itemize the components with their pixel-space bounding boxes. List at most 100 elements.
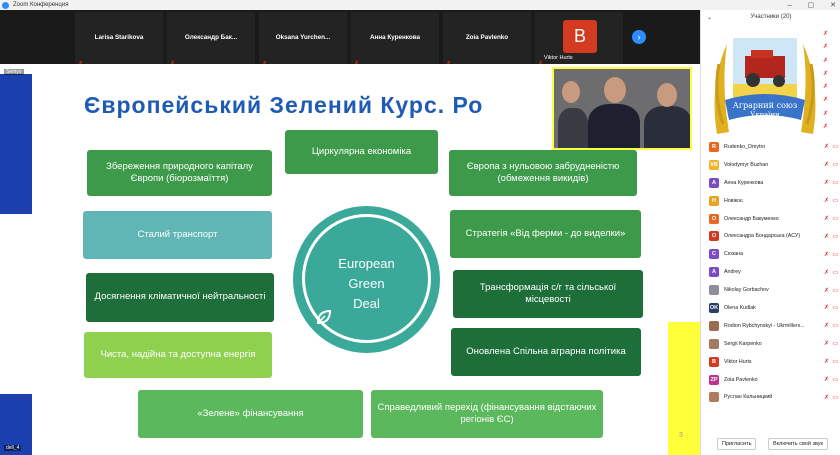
mic-muted-icon[interactable]: ✗ (824, 143, 829, 150)
participant-row[interactable]: С Сюзана ✗ ▭ (701, 245, 840, 263)
participants-header: ⌄ Участники (20) (701, 14, 840, 21)
participant-row[interactable]: Sergii Karpenko ✗ ▭ (701, 335, 840, 353)
slide-box: Трансформація с/г та сільської місцевост… (453, 270, 643, 318)
unmute-self-button[interactable]: Включить свой звук (768, 438, 828, 450)
participant-row[interactable]: VB Volodymyr Buzhan ✗ ▭ (701, 156, 840, 174)
avatar (709, 285, 719, 296)
participant-row[interactable]: Nikolay Gorbachov ✗ ▭ (701, 281, 840, 299)
video-tile[interactable]: Zoia Pavlenko ✗ (443, 12, 531, 70)
video-off-icon[interactable]: ▭ (832, 143, 838, 150)
shared-screen: Semyo dell_4 Європейський Зелений Курс. … (0, 64, 700, 455)
presenter-label: Semyo (4, 69, 24, 75)
next-page-button[interactable]: › (632, 30, 646, 44)
mic-muted-icon[interactable]: ✗ (824, 322, 829, 329)
slide-title: Європейський Зелений Курс. Ро (84, 92, 484, 118)
avatar: С (709, 249, 719, 260)
participant-name: Andrey (724, 269, 741, 276)
participant-row[interactable]: Н Новікоє ✗ ▭ (701, 192, 840, 210)
slide-box: Стратегія «Від ферми - до виделки» (450, 210, 641, 258)
participant-row[interactable]: Rodion Rybchynskyi - Ukrmillers... ✗ ▭ (701, 317, 840, 335)
participant-name: Анна Куренкова (724, 179, 764, 186)
slide-decor-yellow (668, 322, 700, 455)
participants-count: Участники (20) (750, 14, 792, 20)
maximize-icon[interactable]: ▢ (808, 1, 815, 9)
slide-box: Оновлена Спільна аграрна політика (451, 328, 641, 376)
video-off-icon[interactable]: ▭ (832, 215, 838, 222)
window-controls: – ▢ ✕ (788, 0, 836, 10)
minimize-icon[interactable]: – (788, 2, 792, 9)
mic-muted-icon[interactable]: ✗ (824, 269, 829, 276)
participant-row[interactable]: Руслан Кальницкий ✗ ▭ (701, 388, 840, 406)
participant-row[interactable]: R Rudenko_Dmytro ✗ ▭ (701, 138, 840, 156)
participant-name: Руслан Кальницкий (724, 394, 773, 401)
slide-box: Справедливий перехід (фінансування відст… (371, 390, 603, 438)
slide-box: Досягнення кліматичної нейтральності (86, 273, 274, 322)
video-off-icon[interactable]: ▭ (832, 340, 838, 347)
participant-name: Volodymyr Buzhan (724, 161, 769, 168)
video-person (588, 104, 640, 148)
mic-muted-icon[interactable]: ✗ (824, 179, 829, 186)
mic-muted-icon[interactable]: ✗ (824, 161, 829, 168)
video-off-icon[interactable]: ▭ (832, 251, 838, 258)
avatar: О (709, 231, 719, 242)
video-tile[interactable]: Oksana Yurchen... ✗ (259, 12, 347, 70)
avatar: A (709, 267, 719, 278)
close-icon[interactable]: ✕ (830, 1, 836, 9)
mic-muted-icon[interactable]: ✗ (824, 376, 829, 383)
avatar: ZP (709, 374, 719, 385)
mic-muted-icon: ✗ (823, 44, 829, 51)
slide-box: Європа з нульовою забрудненістю (обмежен… (449, 150, 637, 196)
zoom-logo-icon (2, 1, 9, 9)
mic-muted-icon[interactable]: ✗ (824, 304, 829, 311)
chevron-down-icon[interactable]: ⌄ (707, 14, 712, 21)
slide-box: Чиста, надійна та доступна енергія (84, 332, 272, 378)
mic-muted-icon: ✗ (823, 70, 829, 77)
video-off-icon[interactable]: ▭ (832, 233, 838, 240)
avatar (709, 320, 719, 331)
video-off-icon[interactable]: ▭ (832, 179, 838, 186)
participant-row[interactable]: О Олександр Бакуменко ✗ ▭ (701, 210, 840, 228)
video-off-icon[interactable]: ▭ (832, 287, 838, 294)
video-tile[interactable]: Олександр Бак... ✗ (167, 12, 255, 70)
slide-page-number: 3 (679, 432, 683, 439)
participant-row[interactable]: О Олександра Бондарська (АСУ) ✗ ▭ (701, 227, 840, 245)
video-off-icon[interactable]: ▭ (832, 197, 838, 204)
video-tile[interactable]: Larisa Starikova ✗ (75, 12, 163, 70)
participant-name: Новікоє (724, 197, 743, 204)
mic-muted-icon[interactable]: ✗ (824, 287, 829, 294)
video-off-icon[interactable]: ▭ (832, 376, 838, 383)
mic-muted-icon[interactable]: ✗ (824, 340, 829, 347)
video-off-icon[interactable]: ▭ (832, 161, 838, 168)
participant-name: Олександр Бакуменко (724, 215, 779, 222)
video-person (644, 106, 690, 148)
invite-button[interactable]: Пригласить (717, 438, 757, 450)
mic-muted-icon[interactable]: ✗ (824, 251, 829, 258)
participant-name: Zoia Pavlenko (724, 376, 758, 383)
window-titlebar: Zoom Конференция – ▢ ✕ (0, 0, 840, 10)
mic-muted-icon[interactable]: ✗ (824, 215, 829, 222)
participant-row[interactable]: A Andrey ✗ ▭ (701, 263, 840, 281)
participant-row[interactable]: ZP Zoia Pavlenko ✗ ▭ (701, 371, 840, 389)
video-off-icon[interactable]: ▭ (832, 304, 838, 311)
mic-muted-icon[interactable]: ✗ (824, 394, 829, 401)
video-off-icon[interactable]: ▭ (832, 358, 838, 365)
avatar: R (709, 141, 719, 152)
partial-row-icons: ✗ ✗ ✗ ✗ ✗ ✗ ✗ ✗ (823, 30, 837, 136)
video-person-head (604, 77, 626, 103)
active-speaker-video[interactable] (552, 67, 692, 150)
avatar: VB (709, 159, 719, 170)
participant-row[interactable]: А Анна Куренкова ✗ ▭ (701, 174, 840, 192)
mic-muted-icon[interactable]: ✗ (824, 197, 829, 204)
slide-box: «Зелене» фінансування (138, 390, 363, 438)
video-off-icon[interactable]: ▭ (832, 269, 838, 276)
mic-muted-icon: ✗ (823, 57, 829, 64)
agrarian-union-logo: Аграрний союз України (714, 38, 816, 134)
participant-row[interactable]: B Viktor Hurts ✗ ▭ (701, 353, 840, 371)
participant-row[interactable]: OK Olena Kudlak ✗ ▭ (701, 299, 840, 317)
video-tile[interactable]: Анна Куренкова ✗ (351, 12, 439, 70)
mic-muted-icon[interactable]: ✗ (824, 233, 829, 240)
video-off-icon[interactable]: ▭ (832, 394, 838, 401)
video-off-icon[interactable]: ▭ (832, 322, 838, 329)
mic-muted-icon[interactable]: ✗ (824, 358, 829, 365)
participant-name: Rodion Rybchynskyi - Ukrmillers... (724, 322, 805, 329)
